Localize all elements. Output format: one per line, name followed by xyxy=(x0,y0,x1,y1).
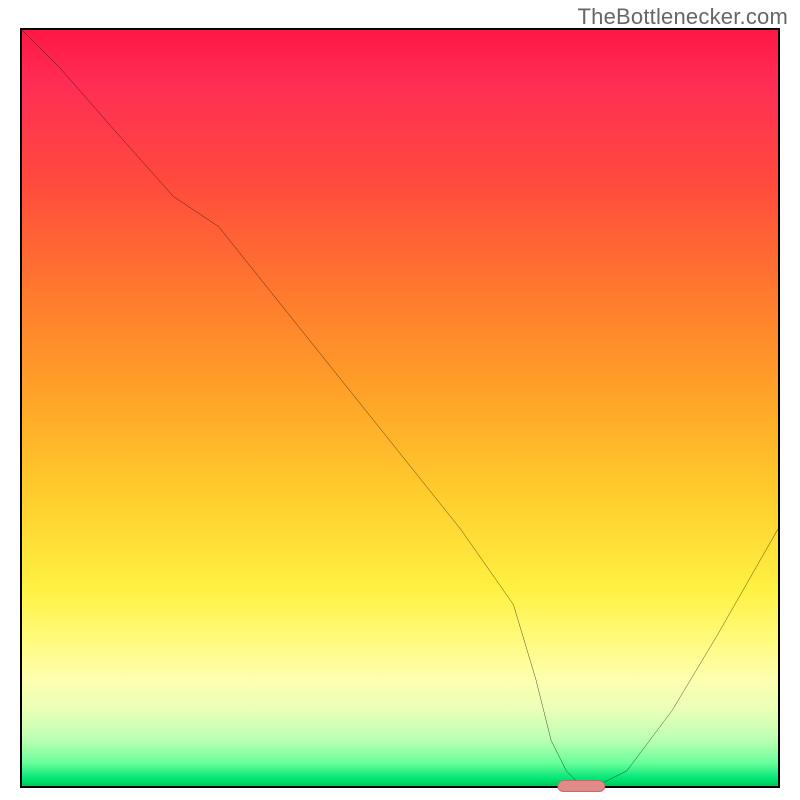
chart-root: TheBottlenecker.com xyxy=(0,0,800,800)
plot-area xyxy=(22,30,778,786)
plot-frame xyxy=(20,28,780,788)
bottleneck-curve xyxy=(22,30,778,786)
optimum-marker xyxy=(558,780,605,792)
curve-layer xyxy=(22,30,778,786)
watermark-text: TheBottlenecker.com xyxy=(578,4,788,30)
